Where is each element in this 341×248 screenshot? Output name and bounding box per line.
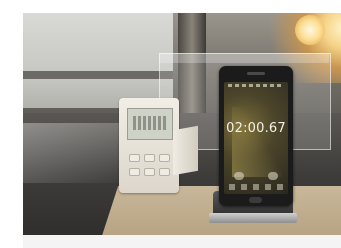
screen-reflection	[232, 107, 282, 177]
stopwatch-time: 02:00.67	[226, 121, 286, 136]
acrylic-enclosure-top	[159, 53, 329, 63]
app-tab-icons	[229, 184, 283, 190]
timer-button	[144, 168, 155, 176]
window	[23, 13, 173, 108]
stop-button	[268, 172, 278, 180]
table-reflection	[23, 123, 133, 183]
lap-button	[234, 172, 244, 180]
home-button	[249, 197, 262, 203]
window-frame	[23, 71, 173, 79]
digital-timer-device	[119, 98, 179, 193]
smartphone: 02:00.67	[219, 66, 293, 206]
timer-button	[159, 154, 170, 162]
bottom-border	[23, 235, 341, 248]
phone-speaker	[247, 72, 265, 75]
timer-stand	[173, 125, 198, 176]
timer-button	[129, 154, 140, 162]
timer-button	[144, 154, 155, 162]
timer-button	[129, 168, 140, 176]
light-bulb	[295, 15, 325, 45]
timer-lcd	[127, 108, 173, 140]
stopwatch-controls	[232, 172, 280, 180]
photo: 02:00.67	[23, 13, 341, 248]
lcd-segments	[133, 116, 167, 130]
phone-dock-base	[209, 213, 297, 223]
status-bar	[228, 84, 284, 87]
phone-screen: 02:00.67	[224, 82, 288, 194]
timer-button	[159, 168, 170, 176]
